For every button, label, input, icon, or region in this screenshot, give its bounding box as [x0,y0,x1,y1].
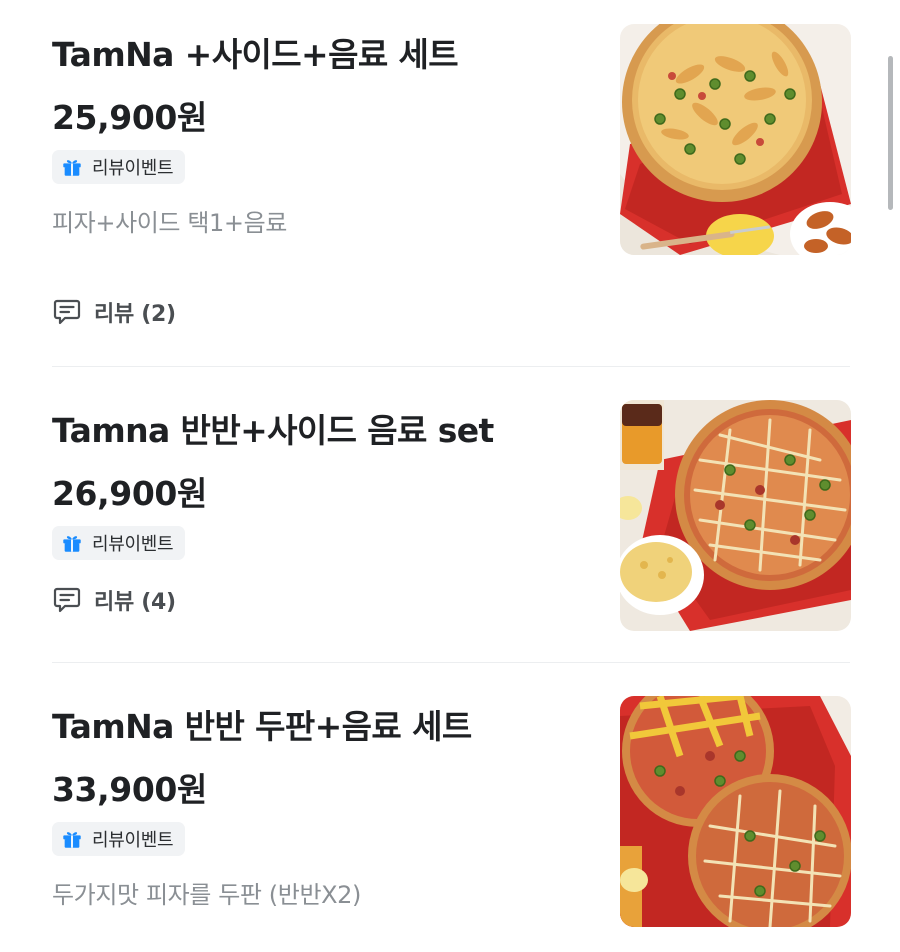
badge-label: 리뷰이벤트 [92,158,174,179]
gift-icon [63,536,81,552]
menu-list: TamNa +사이드+음료 세트 25,900원 리뷰이벤트 피자+사이드 택1… [0,0,900,952]
pizza-set-photo [620,24,851,255]
menu-item-name: Tamna 반반+사이드 음료 set [52,411,494,450]
menu-item-price: 25,900원 [52,98,207,137]
menu-item-image[interactable] [620,24,851,255]
review-count: 리뷰 (2) [94,302,176,327]
review-count: 리뷰 (4) [94,590,176,615]
menu-item[interactable]: Tamna 반반+사이드 음료 set 26,900원 리뷰이벤트 리뷰 (4) [52,400,852,662]
speech-bubble-icon [53,587,81,613]
scrollbar[interactable] [888,56,893,210]
menu-item-price: 33,900원 [52,770,207,809]
menu-item[interactable]: TamNa +사이드+음료 세트 25,900원 리뷰이벤트 피자+사이드 택1… [52,24,852,366]
review-link[interactable]: 리뷰 (2) [52,296,176,328]
menu-item-image[interactable] [620,400,851,631]
review-event-badge: 리뷰이벤트 [52,150,186,184]
menu-item[interactable]: TamNa 반반 두판+음료 세트 33,900원 리뷰이벤트 두가지맛 피자를… [52,696,852,952]
gift-icon [63,160,81,176]
review-event-badge: 리뷰이벤트 [52,822,186,856]
menu-item-image[interactable] [620,696,851,927]
menu-item-price: 26,900원 [52,474,207,513]
badge-label: 리뷰이벤트 [92,534,174,555]
two-pizzas-photo [620,696,851,927]
review-event-badge: 리뷰이벤트 [52,526,186,560]
menu-item-description: 피자+사이드 택1+음료 [52,209,287,237]
gift-icon [63,832,81,848]
menu-item-name: TamNa +사이드+음료 세트 [52,35,459,74]
divider [52,662,850,663]
badge-label: 리뷰이벤트 [92,830,174,851]
menu-item-name: TamNa 반반 두판+음료 세트 [52,707,472,746]
menu-item-description: 두가지맛 피자를 두판 (반반X2) [52,881,362,909]
divider [52,366,850,367]
speech-bubble-icon [53,299,81,325]
half-half-pizza-photo [620,400,851,631]
review-link[interactable]: 리뷰 (4) [52,584,176,616]
